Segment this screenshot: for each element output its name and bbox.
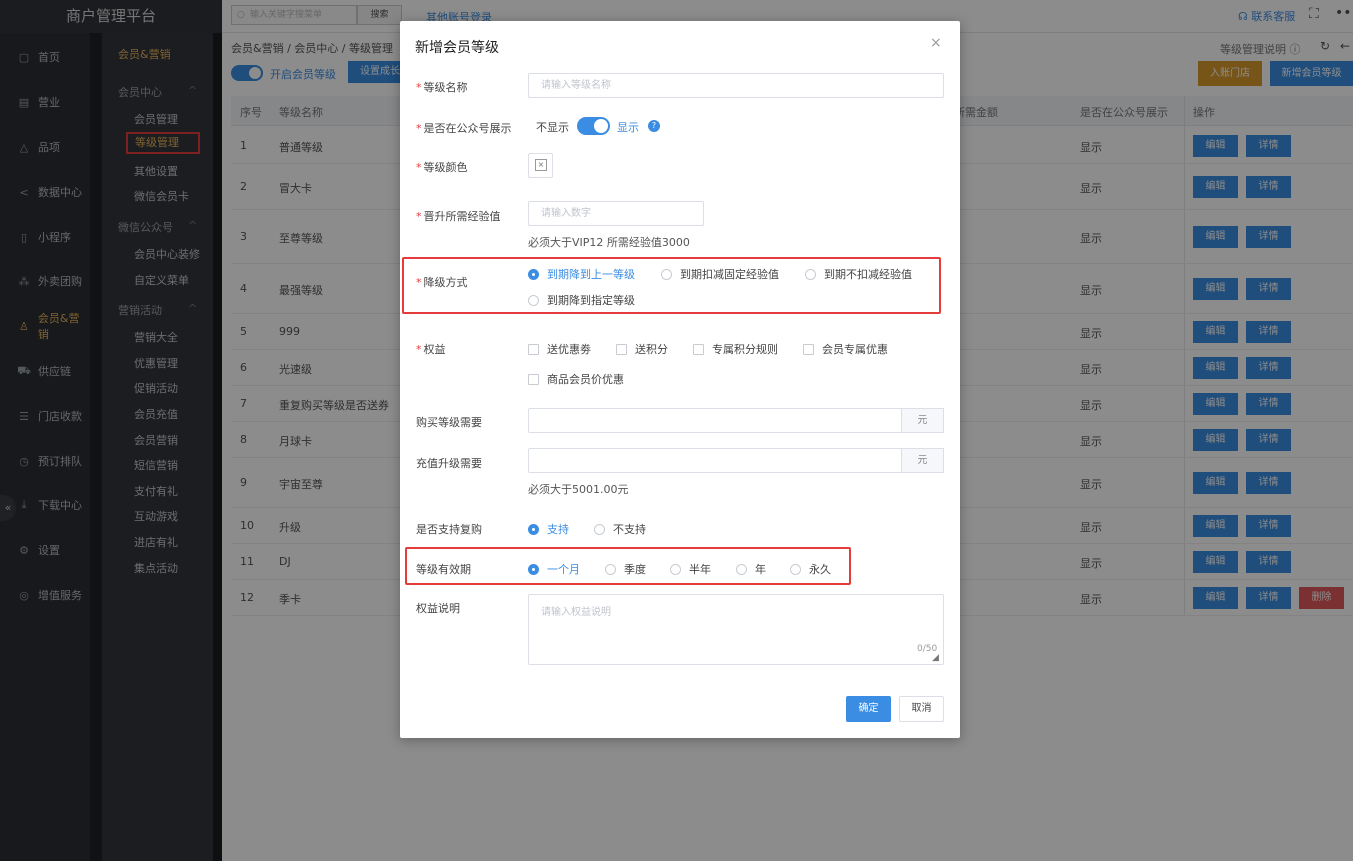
- option-label: 到期降到指定等级: [547, 294, 635, 307]
- validity-option-forever[interactable]: 永久: [790, 561, 831, 577]
- help-icon[interactable]: ?: [648, 120, 660, 132]
- validity-label: 等级有效期: [416, 563, 471, 576]
- label-text: 等级颜色: [423, 161, 468, 174]
- show-on-wechat-label: * 是否在公众号展示: [416, 120, 512, 136]
- option-label: 到期不扣减经验值: [824, 268, 912, 281]
- validity-option-year[interactable]: 年: [736, 561, 766, 577]
- option-label: 商品会员价优惠: [547, 373, 624, 386]
- downgrade-option-prev[interactable]: 到期降到上一等级: [528, 266, 635, 282]
- checkbox-box: [803, 343, 814, 355]
- exp-label: * 晋升所需经验值: [416, 208, 501, 224]
- recharge-hint: 必须大于5001.00元: [528, 483, 629, 496]
- show-toggle-switch[interactable]: [577, 117, 610, 135]
- dialog-title: 新增会员等级: [415, 40, 499, 56]
- label-text: 等级名称: [423, 81, 468, 94]
- resize-handle-icon[interactable]: ◢: [932, 653, 939, 663]
- option-label: 到期降到上一等级: [547, 268, 635, 281]
- right-member-price-checkbox[interactable]: 商品会员价优惠: [528, 371, 624, 387]
- validity-option-halfyear[interactable]: 半年: [670, 561, 711, 577]
- right-exclusive-checkbox[interactable]: 会员专属优惠: [803, 341, 888, 357]
- rebuy-option-no[interactable]: 不支持: [594, 521, 646, 537]
- buy-label: 购买等级需要: [416, 416, 482, 429]
- radio-dot: [670, 563, 681, 575]
- empty-color-icon: ×: [535, 159, 547, 171]
- level-name-input[interactable]: 请输入等级名称: [528, 73, 944, 98]
- cancel-button[interactable]: 取消: [899, 696, 944, 722]
- radio-dot: [790, 563, 801, 575]
- required-mark: *: [416, 81, 422, 94]
- radio-dot: [736, 563, 747, 575]
- required-mark: *: [416, 161, 422, 174]
- radio-dot: [528, 563, 539, 575]
- recharge-label: 充值升级需要: [416, 457, 482, 470]
- option-label: 年: [755, 563, 766, 576]
- checkbox-box: [693, 343, 704, 355]
- right-points-checkbox[interactable]: 送积分: [616, 341, 668, 357]
- option-label: 支持: [547, 523, 569, 536]
- option-label: 到期扣减固定经验值: [680, 268, 779, 281]
- downgrade-option-fixed[interactable]: 到期扣减固定经验值: [661, 266, 779, 282]
- option-label: 专属积分规则: [712, 343, 778, 356]
- exp-hint: 必须大于VIP12 所需经验值3000: [528, 236, 690, 249]
- radio-dot: [528, 268, 539, 280]
- label-text: 权益: [423, 343, 446, 356]
- label-text: 晋升所需经验值: [423, 210, 501, 223]
- exp-input[interactable]: 请输入数字: [528, 201, 704, 226]
- recharge-unit: 元: [901, 448, 944, 473]
- right-points-rule-checkbox[interactable]: 专属积分规则: [693, 341, 778, 357]
- level-name-label: * 等级名称: [416, 79, 468, 95]
- radio-dot: [661, 268, 672, 280]
- option-label: 不支持: [613, 523, 646, 536]
- downgrade-option-none[interactable]: 到期不扣减经验值: [805, 266, 912, 282]
- show-on-label: 显示: [617, 121, 639, 134]
- buy-amount-input[interactable]: [528, 408, 902, 433]
- rights-label: * 权益: [416, 341, 446, 357]
- recharge-amount-input[interactable]: [528, 448, 902, 473]
- label-text: 是否在公众号展示: [423, 122, 512, 135]
- desc-label: 权益说明: [416, 602, 460, 615]
- required-mark: *: [416, 343, 422, 356]
- option-label: 半年: [689, 563, 711, 576]
- option-label: 一个月: [547, 563, 580, 576]
- level-color-label: * 等级颜色: [416, 159, 468, 175]
- option-label: 季度: [624, 563, 646, 576]
- checkbox-box: [528, 373, 539, 385]
- option-label: 送积分: [635, 343, 668, 356]
- option-label: 会员专属优惠: [822, 343, 888, 356]
- radio-dot: [605, 563, 616, 575]
- radio-dot: [528, 523, 539, 535]
- required-mark: *: [416, 210, 422, 223]
- validity-option-quarter[interactable]: 季度: [605, 561, 646, 577]
- color-picker[interactable]: ×: [528, 153, 553, 178]
- close-icon[interactable]: ×: [930, 35, 942, 51]
- buy-unit: 元: [901, 408, 944, 433]
- required-mark: *: [416, 276, 422, 289]
- radio-dot: [528, 294, 539, 306]
- confirm-button[interactable]: 确定: [846, 696, 891, 722]
- downgrade-option-specified[interactable]: 到期降到指定等级: [528, 292, 635, 308]
- rebuy-label: 是否支持复购: [416, 523, 482, 536]
- show-off-label: 不显示: [536, 121, 569, 134]
- radio-dot: [594, 523, 605, 535]
- rebuy-option-yes[interactable]: 支持: [528, 521, 569, 537]
- required-mark: *: [416, 122, 422, 135]
- validity-option-month[interactable]: 一个月: [528, 561, 580, 577]
- rights-description-textarea[interactable]: 请输入权益说明: [528, 594, 944, 665]
- checkbox-box: [528, 343, 539, 355]
- downgrade-label: * 降级方式: [416, 274, 468, 290]
- label-text: 降级方式: [423, 276, 468, 289]
- radio-dot: [805, 268, 816, 280]
- option-label: 送优惠劵: [547, 343, 591, 356]
- option-label: 永久: [809, 563, 831, 576]
- checkbox-box: [616, 343, 627, 355]
- right-coupon-checkbox[interactable]: 送优惠劵: [528, 341, 591, 357]
